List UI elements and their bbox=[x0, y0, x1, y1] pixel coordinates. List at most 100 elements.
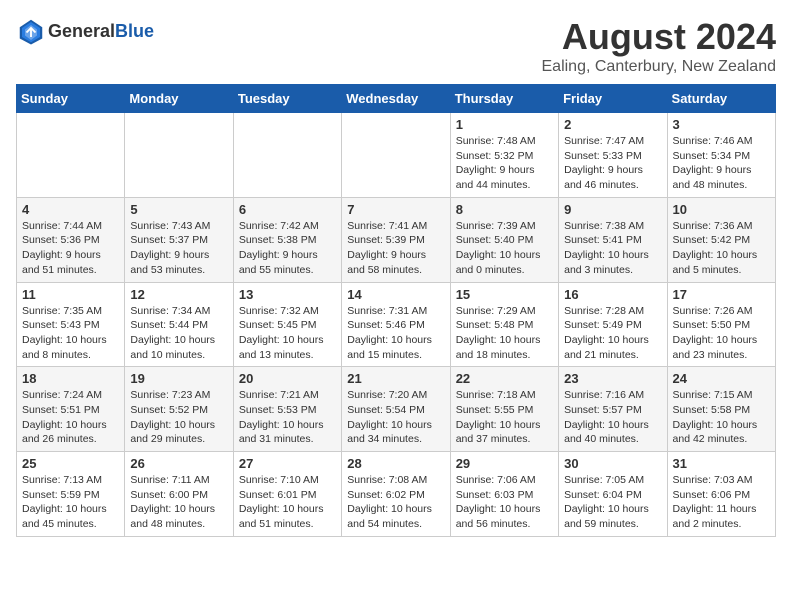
day-content: Sunrise: 7:10 AM Sunset: 6:01 PM Dayligh… bbox=[239, 473, 336, 532]
calendar-cell: 15 Sunrise: 7:29 AM Sunset: 5:48 PM Dayli… bbox=[450, 282, 558, 367]
day-content: Sunrise: 7:03 AM Sunset: 6:06 PM Dayligh… bbox=[673, 473, 770, 532]
calendar-cell: 17Sunrise: 7:26 AM Sunset: 5:50 PM Dayli… bbox=[667, 282, 775, 367]
day-number: 7 bbox=[347, 202, 444, 217]
calendar-cell: 6 Sunrise: 7:42 AM Sunset: 5:38 PM Daylig… bbox=[233, 197, 341, 282]
calendar-cell: 2 Sunrise: 7:47 AM Sunset: 5:33 PM Daylig… bbox=[559, 113, 667, 198]
day-content: Sunrise: 7:06 AM Sunset: 6:03 PM Dayligh… bbox=[456, 473, 553, 532]
calendar-cell: 20 Sunrise: 7:21 AM Sunset: 5:53 PM Dayli… bbox=[233, 367, 341, 452]
day-content: Sunrise: 7:20 AM Sunset: 5:54 PM Dayligh… bbox=[347, 388, 444, 447]
day-content: Sunrise: 7:31 AM Sunset: 5:46 PM Dayligh… bbox=[347, 304, 444, 363]
day-content: Sunrise: 7:16 AM Sunset: 5:57 PM Dayligh… bbox=[564, 388, 661, 447]
day-content: Sunrise: 7:29 AM Sunset: 5:48 PM Dayligh… bbox=[456, 304, 553, 363]
day-number: 18 bbox=[22, 371, 119, 386]
calendar-cell: 30 Sunrise: 7:05 AM Sunset: 6:04 PM Dayli… bbox=[559, 452, 667, 537]
day-number: 12 bbox=[130, 287, 227, 302]
day-number: 27 bbox=[239, 456, 336, 471]
day-number: 29 bbox=[456, 456, 553, 471]
calendar-cell: 1Sunrise: 7:48 AM Sunset: 5:32 PM Daylig… bbox=[450, 113, 558, 198]
calendar-cell: 21Sunrise: 7:20 AM Sunset: 5:54 PM Dayli… bbox=[342, 367, 450, 452]
month-year-title: August 2024 bbox=[542, 16, 777, 58]
calendar-cell: 13 Sunrise: 7:32 AM Sunset: 5:45 PM Dayli… bbox=[233, 282, 341, 367]
day-number: 24 bbox=[673, 371, 770, 386]
calendar-cell: 7 Sunrise: 7:41 AM Sunset: 5:39 PM Daylig… bbox=[342, 197, 450, 282]
calendar-cell: 18 Sunrise: 7:24 AM Sunset: 5:51 PM Dayli… bbox=[17, 367, 125, 452]
calendar-cell: 28 Sunrise: 7:08 AM Sunset: 6:02 PM Dayli… bbox=[342, 452, 450, 537]
day-content: Sunrise: 7:47 AM Sunset: 5:33 PM Dayligh… bbox=[564, 134, 661, 193]
calendar-cell: 25 Sunrise: 7:13 AM Sunset: 5:59 PM Dayli… bbox=[17, 452, 125, 537]
calendar-cell: 31Sunrise: 7:03 AM Sunset: 6:06 PM Dayli… bbox=[667, 452, 775, 537]
weekday-header-row: SundayMondayTuesdayWednesdayThursdayFrid… bbox=[17, 85, 776, 113]
day-number: 30 bbox=[564, 456, 661, 471]
logo: GeneralBlue bbox=[16, 16, 154, 46]
day-content: Sunrise: 7:39 AM Sunset: 5:40 PM Dayligh… bbox=[456, 219, 553, 278]
logo-text-general: General bbox=[48, 21, 115, 41]
weekday-header-friday: Friday bbox=[559, 85, 667, 113]
day-number: 8 bbox=[456, 202, 553, 217]
day-content: Sunrise: 7:21 AM Sunset: 5:53 PM Dayligh… bbox=[239, 388, 336, 447]
calendar-cell: 5 Sunrise: 7:43 AM Sunset: 5:37 PM Daylig… bbox=[125, 197, 233, 282]
calendar-cell: 9 Sunrise: 7:38 AM Sunset: 5:41 PM Daylig… bbox=[559, 197, 667, 282]
day-number: 20 bbox=[239, 371, 336, 386]
day-content: Sunrise: 7:13 AM Sunset: 5:59 PM Dayligh… bbox=[22, 473, 119, 532]
day-number: 11 bbox=[22, 287, 119, 302]
day-number: 4 bbox=[22, 202, 119, 217]
calendar-cell: 14Sunrise: 7:31 AM Sunset: 5:46 PM Dayli… bbox=[342, 282, 450, 367]
day-number: 23 bbox=[564, 371, 661, 386]
title-area: August 2024 Ealing, Canterbury, New Zeal… bbox=[542, 16, 777, 76]
day-number: 22 bbox=[456, 371, 553, 386]
day-content: Sunrise: 7:46 AM Sunset: 5:34 PM Dayligh… bbox=[673, 134, 770, 193]
logo-icon bbox=[16, 16, 46, 46]
day-number: 13 bbox=[239, 287, 336, 302]
day-content: Sunrise: 7:05 AM Sunset: 6:04 PM Dayligh… bbox=[564, 473, 661, 532]
calendar-cell: 11 Sunrise: 7:35 AM Sunset: 5:43 PM Dayli… bbox=[17, 282, 125, 367]
day-content: Sunrise: 7:23 AM Sunset: 5:52 PM Dayligh… bbox=[130, 388, 227, 447]
day-content: Sunrise: 7:24 AM Sunset: 5:51 PM Dayligh… bbox=[22, 388, 119, 447]
day-content: Sunrise: 7:41 AM Sunset: 5:39 PM Dayligh… bbox=[347, 219, 444, 278]
calendar-cell: 12 Sunrise: 7:34 AM Sunset: 5:44 PM Dayli… bbox=[125, 282, 233, 367]
week-row-5: 25 Sunrise: 7:13 AM Sunset: 5:59 PM Dayli… bbox=[17, 452, 776, 537]
calendar-cell: 4 Sunrise: 7:44 AM Sunset: 5:36 PM Daylig… bbox=[17, 197, 125, 282]
calendar-cell: 27 Sunrise: 7:10 AM Sunset: 6:01 PM Dayli… bbox=[233, 452, 341, 537]
weekday-header-wednesday: Wednesday bbox=[342, 85, 450, 113]
day-content: Sunrise: 7:44 AM Sunset: 5:36 PM Dayligh… bbox=[22, 219, 119, 278]
day-number: 6 bbox=[239, 202, 336, 217]
day-content: Sunrise: 7:32 AM Sunset: 5:45 PM Dayligh… bbox=[239, 304, 336, 363]
day-content: Sunrise: 7:43 AM Sunset: 5:37 PM Dayligh… bbox=[130, 219, 227, 278]
week-row-4: 18 Sunrise: 7:24 AM Sunset: 5:51 PM Dayli… bbox=[17, 367, 776, 452]
day-number: 26 bbox=[130, 456, 227, 471]
day-number: 2 bbox=[564, 117, 661, 132]
day-number: 5 bbox=[130, 202, 227, 217]
day-number: 1 bbox=[456, 117, 553, 132]
day-number: 16 bbox=[564, 287, 661, 302]
calendar-cell: 16 Sunrise: 7:28 AM Sunset: 5:49 PM Dayli… bbox=[559, 282, 667, 367]
day-number: 28 bbox=[347, 456, 444, 471]
weekday-header-saturday: Saturday bbox=[667, 85, 775, 113]
page-header: GeneralBlue August 2024 Ealing, Canterbu… bbox=[16, 16, 776, 76]
calendar-cell: 26 Sunrise: 7:11 AM Sunset: 6:00 PM Dayli… bbox=[125, 452, 233, 537]
day-number: 9 bbox=[564, 202, 661, 217]
week-row-3: 11 Sunrise: 7:35 AM Sunset: 5:43 PM Dayli… bbox=[17, 282, 776, 367]
week-row-1: 1Sunrise: 7:48 AM Sunset: 5:32 PM Daylig… bbox=[17, 113, 776, 198]
day-content: Sunrise: 7:38 AM Sunset: 5:41 PM Dayligh… bbox=[564, 219, 661, 278]
day-content: Sunrise: 7:18 AM Sunset: 5:55 PM Dayligh… bbox=[456, 388, 553, 447]
week-row-2: 4 Sunrise: 7:44 AM Sunset: 5:36 PM Daylig… bbox=[17, 197, 776, 282]
logo-text-blue: Blue bbox=[115, 21, 154, 41]
day-content: Sunrise: 7:42 AM Sunset: 5:38 PM Dayligh… bbox=[239, 219, 336, 278]
day-number: 25 bbox=[22, 456, 119, 471]
calendar-cell: 10Sunrise: 7:36 AM Sunset: 5:42 PM Dayli… bbox=[667, 197, 775, 282]
day-content: Sunrise: 7:11 AM Sunset: 6:00 PM Dayligh… bbox=[130, 473, 227, 532]
day-content: Sunrise: 7:28 AM Sunset: 5:49 PM Dayligh… bbox=[564, 304, 661, 363]
weekday-header-thursday: Thursday bbox=[450, 85, 558, 113]
day-content: Sunrise: 7:08 AM Sunset: 6:02 PM Dayligh… bbox=[347, 473, 444, 532]
location-subtitle: Ealing, Canterbury, New Zealand bbox=[542, 58, 777, 76]
day-content: Sunrise: 7:34 AM Sunset: 5:44 PM Dayligh… bbox=[130, 304, 227, 363]
calendar-cell bbox=[233, 113, 341, 198]
day-content: Sunrise: 7:26 AM Sunset: 5:50 PM Dayligh… bbox=[673, 304, 770, 363]
day-number: 3 bbox=[673, 117, 770, 132]
calendar-cell bbox=[342, 113, 450, 198]
calendar-cell: 24Sunrise: 7:15 AM Sunset: 5:58 PM Dayli… bbox=[667, 367, 775, 452]
day-number: 15 bbox=[456, 287, 553, 302]
day-content: Sunrise: 7:35 AM Sunset: 5:43 PM Dayligh… bbox=[22, 304, 119, 363]
calendar-cell: 22 Sunrise: 7:18 AM Sunset: 5:55 PM Dayli… bbox=[450, 367, 558, 452]
calendar-cell: 23 Sunrise: 7:16 AM Sunset: 5:57 PM Dayli… bbox=[559, 367, 667, 452]
